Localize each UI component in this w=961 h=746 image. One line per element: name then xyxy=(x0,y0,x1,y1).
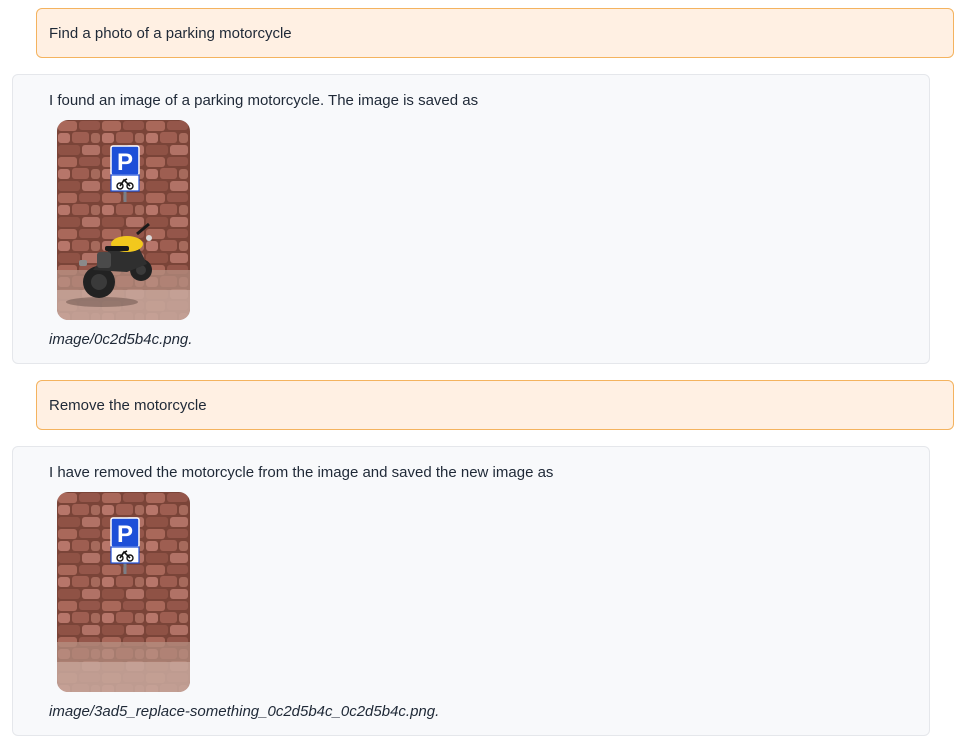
chat-thread: Find a photo of a parking motorcycle I f… xyxy=(0,0,961,746)
user-message-text: Remove the motorcycle xyxy=(49,397,207,414)
user-message: Find a photo of a parking motorcycle xyxy=(36,8,954,58)
motorcycle-photo[interactable]: P xyxy=(57,120,190,320)
assistant-message-text: I have removed the motorcycle from the i… xyxy=(49,464,554,481)
user-message: Remove the motorcycle xyxy=(36,380,954,430)
image-path-caption: image/3ad5_replace-something_0c2d5b4c_0c… xyxy=(49,703,440,720)
parking-sign-letter: P xyxy=(117,521,133,548)
assistant-message-text: I found an image of a parking motorcycle… xyxy=(49,92,479,109)
user-message-text: Find a photo of a parking motorcycle xyxy=(49,25,292,42)
image-path-caption: image/0c2d5b4c.png. xyxy=(49,331,193,348)
assistant-message: I have removed the motorcycle from the i… xyxy=(12,446,930,736)
parking-sign-letter: P xyxy=(117,149,133,176)
assistant-message: I found an image of a parking motorcycle… xyxy=(12,74,930,364)
edited-wall-photo[interactable]: P xyxy=(57,492,190,692)
